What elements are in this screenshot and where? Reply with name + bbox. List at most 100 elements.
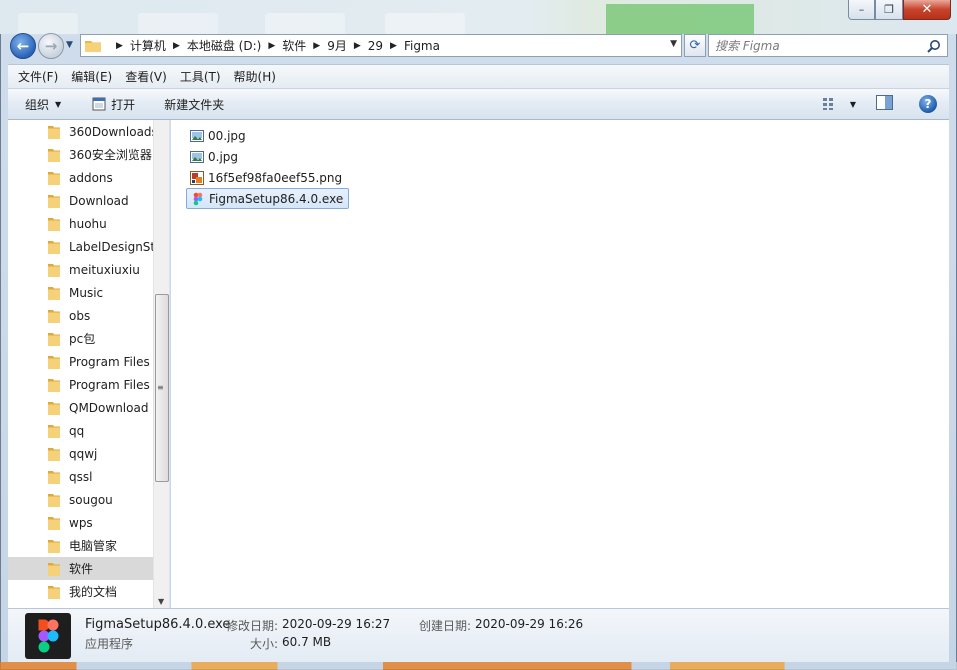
breadcrumb-item[interactable]: 软件 [282,37,306,54]
tree-item-label: qssl [69,469,93,484]
tree-item-folder[interactable]: QMDownload [8,396,154,419]
tree-item-label: 360Downloads [69,124,154,139]
tree-item-folder[interactable]: 我的文档 [8,580,154,603]
tree-item-folder[interactable]: qssl [8,465,154,488]
tree-item-folder[interactable]: qq [8,419,154,442]
navigation-pane: 我的文档 软件 电脑管家 wps sougou qssl qqwj qq QMDownload P… [8,120,170,608]
tree-item-folder[interactable]: meituxiuxiu [8,258,154,281]
menu-edit[interactable]: 编辑(E) [71,68,112,85]
tree-item-label: LabelDesignSt [69,239,154,254]
open-button[interactable]: 打开 [92,96,135,113]
breadcrumb-separator[interactable]: ▶ [354,41,361,51]
file-item[interactable]: 16f5ef98fa0eef55.png [186,167,347,188]
command-bar: 组织 ▼ 打开 新建文件夹 ▼ ? [8,88,949,120]
file-item[interactable]: 0.jpg [186,146,243,167]
breadcrumb-item[interactable]: 本地磁盘 (D:) [187,37,261,54]
menu-help[interactable]: 帮助(H) [234,68,276,85]
breadcrumb-item[interactable]: 29 [368,39,383,53]
folder-icon [48,378,60,392]
breadcrumb-separator[interactable]: ▶ [313,41,320,51]
folder-icon [48,355,60,369]
tree-item-folder[interactable]: addons [8,166,154,189]
file-name: 16f5ef98fa0eef55.png [208,170,343,185]
breadcrumb-item[interactable]: 9月 [327,37,347,54]
tree-item-label: Music [69,285,104,300]
folder-icon [48,240,60,254]
file-item[interactable]: FigmaSetup86.4.0.exe [186,188,350,209]
background-blur [18,13,78,34]
breadcrumb-separator[interactable]: ▶ [268,41,275,51]
folder-icon [48,332,60,346]
address-bar[interactable]: ▶ 计算机 ▶ 本地磁盘 (D:) ▶ 软件 ▶ 9月 ▶ 29 ▶ Figma ▼ [80,34,682,57]
tree-item-label: qq [69,423,85,438]
tree-item-folder[interactable]: pc包 [8,327,154,350]
tree-item-folder[interactable]: LabelDesignSt [8,235,154,258]
folder-icon [48,263,60,277]
menu-bar: 文件(F) 编辑(E) 查看(V) 工具(T) 帮助(H) [8,64,949,88]
figma-large-icon [25,613,71,659]
file-name: 00.jpg [208,128,246,143]
breadcrumb-separator[interactable]: ▶ [390,41,397,51]
breadcrumb-separator[interactable]: ▶ [116,41,123,51]
help-button[interactable]: ? [919,95,937,113]
forward-button[interactable]: → [38,33,64,59]
file-item[interactable]: 00.jpg [186,125,251,146]
tree-item-folder[interactable]: 360Downloads [8,120,154,143]
navigation-scrollbar[interactable]: ≡ ▼ [153,120,169,608]
refresh-button[interactable]: ⟳ [684,34,706,57]
maximize-button[interactable]: ❐ [875,0,903,20]
organize-button[interactable]: 组织 ▼ [25,96,61,113]
title-bar [0,0,957,34]
modified-value: 2020-09-29 16:27 [282,617,391,631]
file-name: 0.jpg [208,149,239,164]
address-dropdown[interactable]: ▼ [670,39,677,49]
tree-item-folder[interactable]: obs [8,304,154,327]
folder-icon [48,562,60,576]
tree-item-folder[interactable]: Program Files [8,350,154,373]
tree-item-label: addons [69,170,113,185]
tree-item-folder[interactable]: huohu [8,212,154,235]
search-icon[interactable] [927,39,941,53]
tree-item-folder[interactable]: 软件 [8,557,154,580]
menu-tools[interactable]: 工具(T) [180,68,221,85]
tree-item-folder[interactable]: sougou [8,488,154,511]
folder-icon [48,585,60,599]
details-pane: FigmaSetup86.4.0.exe 应用程序 修改日期: 2020-09-… [8,608,949,662]
tree-item-label: Program Files [69,377,150,392]
created-value: 2020-09-29 16:26 [475,617,584,631]
size-label: 大小: [250,637,279,651]
tree-item-folder[interactable]: Program Files [8,373,154,396]
breadcrumb-separator[interactable]: ▶ [173,41,180,51]
tree-item-folder[interactable]: 360安全浏览器 [8,143,154,166]
new-folder-button[interactable]: 新建文件夹 [164,96,224,113]
tree-item-folder[interactable]: Download [8,189,154,212]
tree-item-label: 360安全浏览器 [69,148,152,162]
tree-item-folder[interactable]: Music [8,281,154,304]
breadcrumb-item[interactable]: Figma [404,39,440,53]
tree-item-folder[interactable]: wps [8,511,154,534]
change-view-button[interactable]: ▼ [822,97,856,111]
folder-icon [48,194,60,208]
folder-icon [48,217,60,231]
close-button[interactable]: ✕ [903,0,951,20]
tree-item-folder[interactable]: 电脑管家 [8,534,154,557]
menu-file[interactable]: 文件(F) [18,68,58,85]
back-button[interactable]: ← [10,33,36,59]
preview-pane-button[interactable] [876,95,893,113]
search-box[interactable] [708,34,948,57]
grip-icon: ≡ [157,383,164,392]
search-input[interactable] [715,38,915,53]
recent-pages-dropdown[interactable]: ▼ [66,40,73,50]
folder-icon [48,171,60,185]
minimize-button[interactable]: – [848,0,875,20]
scroll-down-icon[interactable]: ▼ [158,597,164,606]
navigation-bar: ← → ▼ ▶ 计算机 ▶ 本地磁盘 (D:) ▶ 软件 ▶ 9月 ▶ 29 ▶ Figma ▼ ⟳ [8,32,950,60]
file-list: 00.jpg 0.jpg 16f5ef98fa0eef55.png FigmaSetu… [171,120,949,608]
folder-icon [48,309,60,323]
folder-icon [85,41,101,52]
breadcrumb-item[interactable]: 计算机 [130,37,166,54]
tree-item-label: sougou [69,492,113,507]
tree-item-folder[interactable]: qqwj [8,442,154,465]
size-value: 60.7 MB [282,635,332,649]
menu-view[interactable]: 查看(V) [125,68,167,85]
